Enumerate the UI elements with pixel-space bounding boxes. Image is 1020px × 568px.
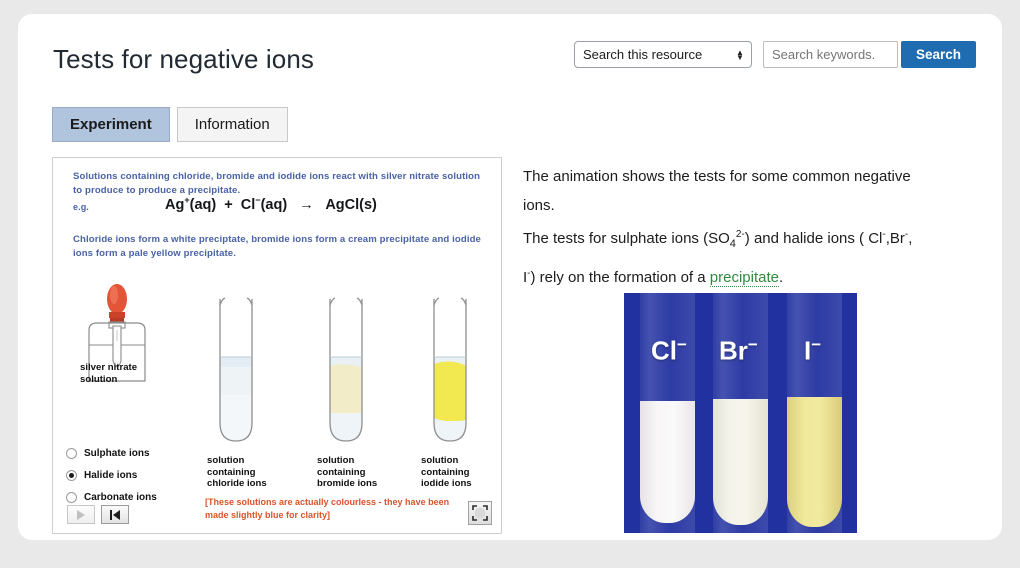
right-column: The animation shows the tests for some c… [523, 162, 983, 292]
tab-information[interactable]: Information [177, 107, 288, 142]
description-line-3-d: , [908, 230, 912, 247]
sulphate-charge: 2- [736, 229, 745, 240]
ion-test-radio-group: Sulphate ions Halide ions Carbonate ions [66, 442, 157, 508]
animation-panel[interactable]: Solutions containing chloride, bromide a… [52, 157, 502, 534]
animation-intro-text: Solutions containing chloride, bromide a… [73, 170, 488, 198]
ion-symbol: Cl [651, 336, 677, 366]
halide-precipitates-photo: Cl− Br− I− [624, 293, 857, 533]
description-line-3-c: ,Br [886, 230, 905, 247]
rewind-button[interactable] [101, 505, 129, 524]
equation-reactant-1: Ag [165, 197, 184, 213]
photo-label-bromide: Br− [719, 335, 758, 367]
test-tube-chloride: solution containing chloride ions [205, 295, 315, 460]
equation-product: AgCl(s) [325, 197, 377, 213]
animation-eg-label: e.g. [73, 200, 89, 214]
resource-scope-select[interactable]: Search this resource ▲▼ [574, 41, 752, 68]
radio-sulphate-ions[interactable]: Sulphate ions [66, 442, 157, 464]
dropper-label-line-1: silver nitrate [80, 362, 137, 374]
chemical-equation: Ag+(aq) + Cl−(aq) → AgCl(s) [165, 195, 377, 213]
photo-label-iodide: I− [804, 335, 821, 367]
description-line-4-b: ) rely on the formation of a [531, 269, 710, 286]
radio-label: Sulphate ions [84, 448, 150, 459]
equation-reactant-1-state: (aq) [190, 197, 217, 213]
equation-arrow: → [299, 197, 314, 213]
rewind-icon [113, 510, 120, 520]
photo-tube-iodide [787, 293, 842, 533]
photo-liquid-iodide [787, 397, 842, 527]
photo-label-chloride: Cl− [651, 335, 687, 367]
radio-halide-ions[interactable]: Halide ions [66, 464, 157, 486]
rewind-icon-bar [110, 510, 112, 520]
description-line-3-a: The tests for sulphate ions (SO [523, 230, 730, 247]
ion-charge: − [677, 335, 687, 354]
label-line-2: containing [207, 467, 267, 479]
radio-icon [66, 448, 77, 459]
search-button[interactable]: Search [901, 41, 976, 68]
radio-icon-selected [66, 470, 77, 481]
description-line-2: ions. [523, 197, 555, 214]
fullscreen-icon [472, 505, 488, 521]
colourless-note-line-1: [These solutions are actually colourless… [205, 496, 465, 509]
colourless-note: [These solutions are actually colourless… [205, 496, 465, 521]
test-tube-iodide-label: solution containing iodide ions [421, 455, 472, 490]
animation-result-text: Chloride ions form a white preciptate, b… [73, 233, 493, 261]
equation-plus: + [224, 197, 232, 213]
photo-tube-bromide [713, 293, 768, 533]
ion-charge: − [748, 335, 758, 354]
tab-bar: Experiment Information [52, 107, 288, 142]
label-line-1: solution [317, 455, 377, 467]
tab-experiment[interactable]: Experiment [52, 107, 170, 142]
resource-scope-select-value: Search this resource [583, 47, 702, 62]
select-arrows-icon: ▲▼ [736, 50, 744, 60]
radio-label: Carbonate ions [84, 492, 157, 503]
label-line-2: containing [421, 467, 472, 479]
search-input[interactable] [763, 41, 898, 68]
page-title: Tests for negative ions [53, 44, 314, 75]
label-line-1: solution [207, 455, 267, 467]
test-tube-bromide: solution containing bromide ions [315, 295, 425, 460]
colourless-note-line-2: made slightly blue for clarity] [205, 509, 465, 522]
label-line-1: solution [421, 455, 472, 467]
test-tube-bromide-label: solution containing bromide ions [317, 455, 377, 490]
test-tube-iodide: solution containing iodide ions [419, 295, 502, 460]
search-bar: Search this resource ▲▼ Search [574, 41, 976, 68]
radio-label: Halide ions [84, 470, 137, 481]
description-line-4-c: . [779, 269, 783, 286]
label-line-2: containing [317, 467, 377, 479]
label-line-3: iodide ions [421, 478, 472, 490]
photo-tube-chloride [640, 293, 695, 533]
ion-charge: − [811, 335, 821, 354]
play-button[interactable] [67, 505, 95, 524]
radio-icon [66, 492, 77, 503]
description-line-1: The animation shows the tests for some c… [523, 168, 911, 185]
equation-reactant-2-state: (aq) [261, 197, 288, 213]
fullscreen-button[interactable] [468, 501, 492, 525]
dropper-label-line-2: solution [80, 374, 137, 386]
equation-reactant-2: Cl [241, 197, 256, 213]
description-line-3-b: ) and halide ions ( Cl [745, 230, 883, 247]
description-text: The animation shows the tests for some c… [523, 162, 983, 292]
dropper-label: silver nitrate solution [80, 362, 137, 385]
label-line-3: bromide ions [317, 478, 377, 490]
photo-liquid-bromide [713, 399, 768, 525]
ion-symbol: Br [719, 336, 748, 366]
play-icon [77, 510, 85, 520]
photo-liquid-chloride [640, 401, 695, 523]
test-tube-chloride-label: solution containing chloride ions [207, 455, 267, 490]
precipitate-link[interactable]: precipitate [710, 269, 779, 287]
page-card: Tests for negative ions Search this reso… [18, 14, 1002, 540]
label-line-3: chloride ions [207, 478, 267, 490]
playback-controls [67, 505, 129, 524]
